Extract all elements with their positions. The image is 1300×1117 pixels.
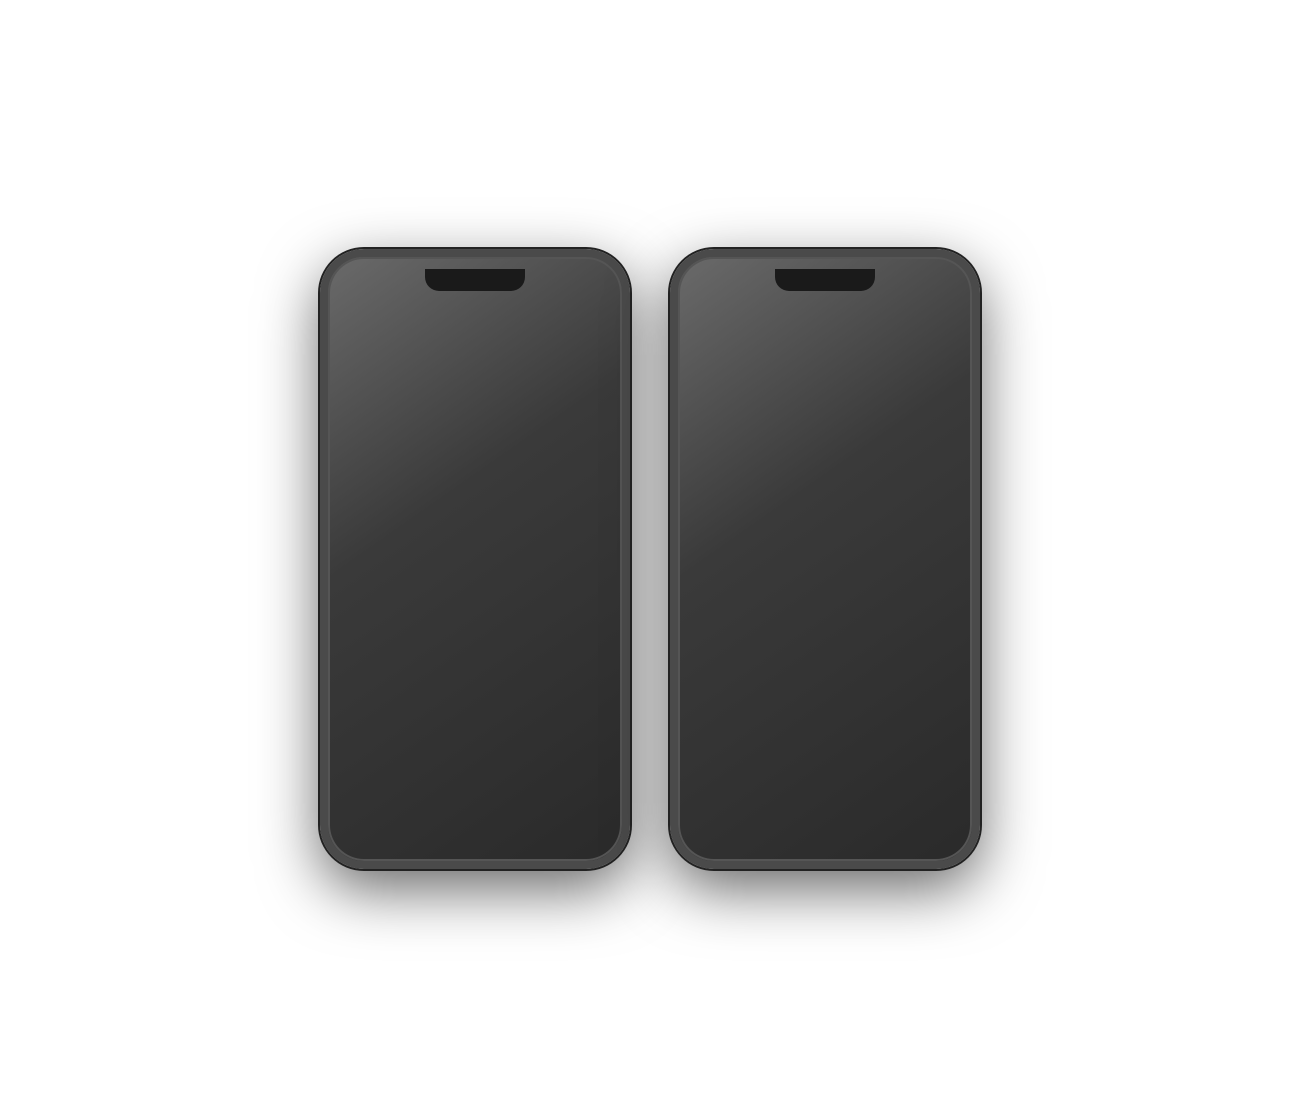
dock-chat-light[interactable] bbox=[800, 787, 850, 837]
light-phone: 4:17 ↗ ▪▪▪▪ 5GE ▐▐▐▌ OCTOBER Thursday 8 … bbox=[670, 249, 980, 869]
icon-row-2-dark bbox=[490, 485, 610, 541]
app-maps-icon-light[interactable] bbox=[904, 421, 960, 477]
cal-day-name-light: Thursday bbox=[700, 315, 768, 329]
app-seedling-dark[interactable] bbox=[483, 564, 539, 620]
icon-row-2-light bbox=[840, 485, 960, 541]
w-city-light: Kansas City, MO ↗ bbox=[702, 431, 820, 442]
app-leaf-light[interactable] bbox=[690, 578, 746, 634]
sparkline-large: 84 81 78 bbox=[702, 490, 820, 534]
status-bar-light: 4:17 ↗ ▪▪▪▪ 5GE ▐▐▐▌ bbox=[678, 257, 972, 289]
cal-day-name-dark: Thursday bbox=[350, 315, 418, 329]
cal-grid-light: SMTWTFS 39 27282930123 40 45678910 41 41… bbox=[778, 305, 950, 377]
w-temp-big-light: 84 bbox=[702, 451, 820, 488]
cal-grid-dark: SMTWTFS 39 27282930123 40 45678910 41 41… bbox=[428, 305, 600, 377]
app-check-dark[interactable] bbox=[411, 564, 467, 620]
cal-day-number-light: 8 bbox=[700, 331, 768, 373]
signal-dark: ▪▪▪▪ 5GE bbox=[533, 271, 570, 282]
dock-plus-light[interactable] bbox=[702, 787, 752, 837]
battery-light: ▐▐▐▌ bbox=[924, 271, 952, 282]
weather-condition-dark: 84° Clear bbox=[350, 440, 472, 449]
sparkline-dark: 87 86 84 83 bbox=[350, 451, 472, 493]
sparkline-svg-light: 84 81 78 bbox=[702, 490, 820, 534]
weather-city-dark: Kansas City, MO ↗ bbox=[350, 429, 472, 440]
svg-text:86: 86 bbox=[387, 454, 396, 463]
weather-row-light: Kansas City, MO ↗ H: 87 L: 63 84 bbox=[690, 421, 960, 555]
time-light: 4:17 ↗ bbox=[698, 269, 737, 285]
time-dark: 4:16 ↗ bbox=[348, 269, 387, 285]
app-music-icon[interactable] bbox=[490, 485, 546, 541]
app-maps-icon[interactable] bbox=[554, 421, 610, 477]
signal-light: ▪▪▪▪ 5GE bbox=[883, 271, 920, 282]
svg-text:83: 83 bbox=[443, 454, 452, 463]
weather-widget-large-light[interactable]: Kansas City, MO ↗ H: 87 L: 63 84 bbox=[690, 421, 832, 555]
app-expand-icon-light[interactable] bbox=[904, 485, 960, 541]
app-check-light[interactable] bbox=[761, 578, 817, 634]
svg-text:84: 84 bbox=[707, 498, 717, 507]
app-leaf-dark[interactable] bbox=[340, 564, 396, 620]
cal-weather-dark: ☀ 83°/61° bbox=[350, 377, 418, 388]
weather-line-label-light: Weather Line bbox=[690, 559, 960, 570]
svg-text:n: n bbox=[926, 599, 934, 616]
status-icons-dark: ▪▪▪▪ 5GE ▐▐▐▌ bbox=[533, 271, 602, 282]
app-notion-dark[interactable]: n bbox=[554, 564, 610, 620]
cal-day-number-dark: 8 bbox=[350, 331, 418, 373]
dock-light bbox=[690, 779, 960, 845]
icon-row-1-light bbox=[840, 421, 960, 477]
app-expand-icon[interactable] bbox=[554, 485, 610, 541]
w-hl-light: H: 87 L: 63 bbox=[702, 442, 820, 451]
cal-month-dark: OCTOBER bbox=[350, 305, 418, 315]
phone-screen-light: 4:17 ↗ ▪▪▪▪ 5GE ▐▐▐▌ OCTOBER Thursday 8 … bbox=[678, 257, 972, 861]
cal-month-light: OCTOBER bbox=[700, 305, 768, 315]
dock-list-light[interactable] bbox=[898, 787, 948, 837]
battery-dark: ▐▐▐▌ bbox=[574, 271, 602, 282]
status-bar-dark: 4:16 ↗ ▪▪▪▪ 5GE ▐▐▐▌ bbox=[328, 257, 622, 289]
cal-right-dark: SMTWTFS 39 27282930123 40 45678910 41 41… bbox=[428, 305, 600, 388]
time-labels-light: Now56p7 bbox=[702, 536, 820, 545]
weather-labels-dark: TFSS bbox=[350, 495, 472, 504]
svg-text:81: 81 bbox=[746, 499, 756, 508]
fantastical-label-dark: Fantastical bbox=[340, 402, 610, 413]
screen-content-dark: OCTOBER Thursday 8 ☀ 83°/61° SMTWTFS 39 … bbox=[328, 289, 622, 626]
svg-text:n: n bbox=[576, 585, 584, 602]
status-icons-light: ▪▪▪▪ 5GE ▐▐▐▌ bbox=[883, 271, 952, 282]
weather-line-label-dark: Weather Line bbox=[340, 545, 610, 556]
app-seedling-light[interactable] bbox=[833, 578, 889, 634]
calendar-widget-light[interactable]: OCTOBER Thursday 8 ☀ 83°/61° SMTWTFS 39 … bbox=[690, 295, 960, 398]
cal-left-dark: OCTOBER Thursday 8 ☀ 83°/61° bbox=[350, 305, 418, 388]
cal-weather-light: ☀ 83°/61° bbox=[700, 377, 768, 388]
app-grid-icon[interactable] bbox=[490, 421, 546, 477]
cal-left-light: OCTOBER Thursday 8 ☀ 83°/61° bbox=[700, 305, 768, 388]
bottom-app-row-light: n bbox=[690, 578, 960, 634]
sparkline-svg-dark: 87 86 84 83 bbox=[350, 451, 472, 493]
app-grid-icon-light[interactable] bbox=[840, 421, 896, 477]
app-notion-light[interactable]: n bbox=[904, 578, 960, 634]
icon-row-1-dark bbox=[490, 421, 610, 477]
phone-screen-dark: 4:16 ↗ ▪▪▪▪ 5GE ▐▐▐▌ OCTOBER Thursday 8 … bbox=[328, 257, 622, 861]
dark-phone: 4:16 ↗ ▪▪▪▪ 5GE ▐▐▐▌ OCTOBER Thursday 8 … bbox=[320, 249, 630, 869]
calendar-widget-dark[interactable]: OCTOBER Thursday 8 ☀ 83°/61° SMTWTFS 39 … bbox=[340, 295, 610, 398]
cal-right-light: SMTWTFS 39 27282930123 40 45678910 41 41… bbox=[778, 305, 950, 388]
app-music-icon-light[interactable] bbox=[840, 485, 896, 541]
bottom-app-row-dark: n bbox=[340, 564, 610, 620]
svg-text:78: 78 bbox=[783, 505, 793, 514]
weather-row-dark: Kansas City, MO ↗ 84° Clear 87 bbox=[340, 421, 610, 541]
app-icons-right-light bbox=[840, 421, 960, 555]
dock-chat-dark[interactable] bbox=[450, 787, 500, 837]
weather-widget-dark[interactable]: Kansas City, MO ↗ 84° Clear 87 bbox=[340, 421, 482, 541]
dock-plus-dark[interactable] bbox=[352, 787, 402, 837]
fantastical-label-light: Fantastical bbox=[690, 402, 960, 413]
dock-list-dark[interactable] bbox=[548, 787, 598, 837]
svg-text:87: 87 bbox=[357, 454, 366, 463]
app-icons-right-dark bbox=[490, 421, 610, 541]
svg-text:84: 84 bbox=[415, 454, 424, 463]
dock-dark bbox=[340, 779, 610, 845]
screen-content-light: OCTOBER Thursday 8 ☀ 83°/61° SMTWTFS 39 … bbox=[678, 289, 972, 640]
